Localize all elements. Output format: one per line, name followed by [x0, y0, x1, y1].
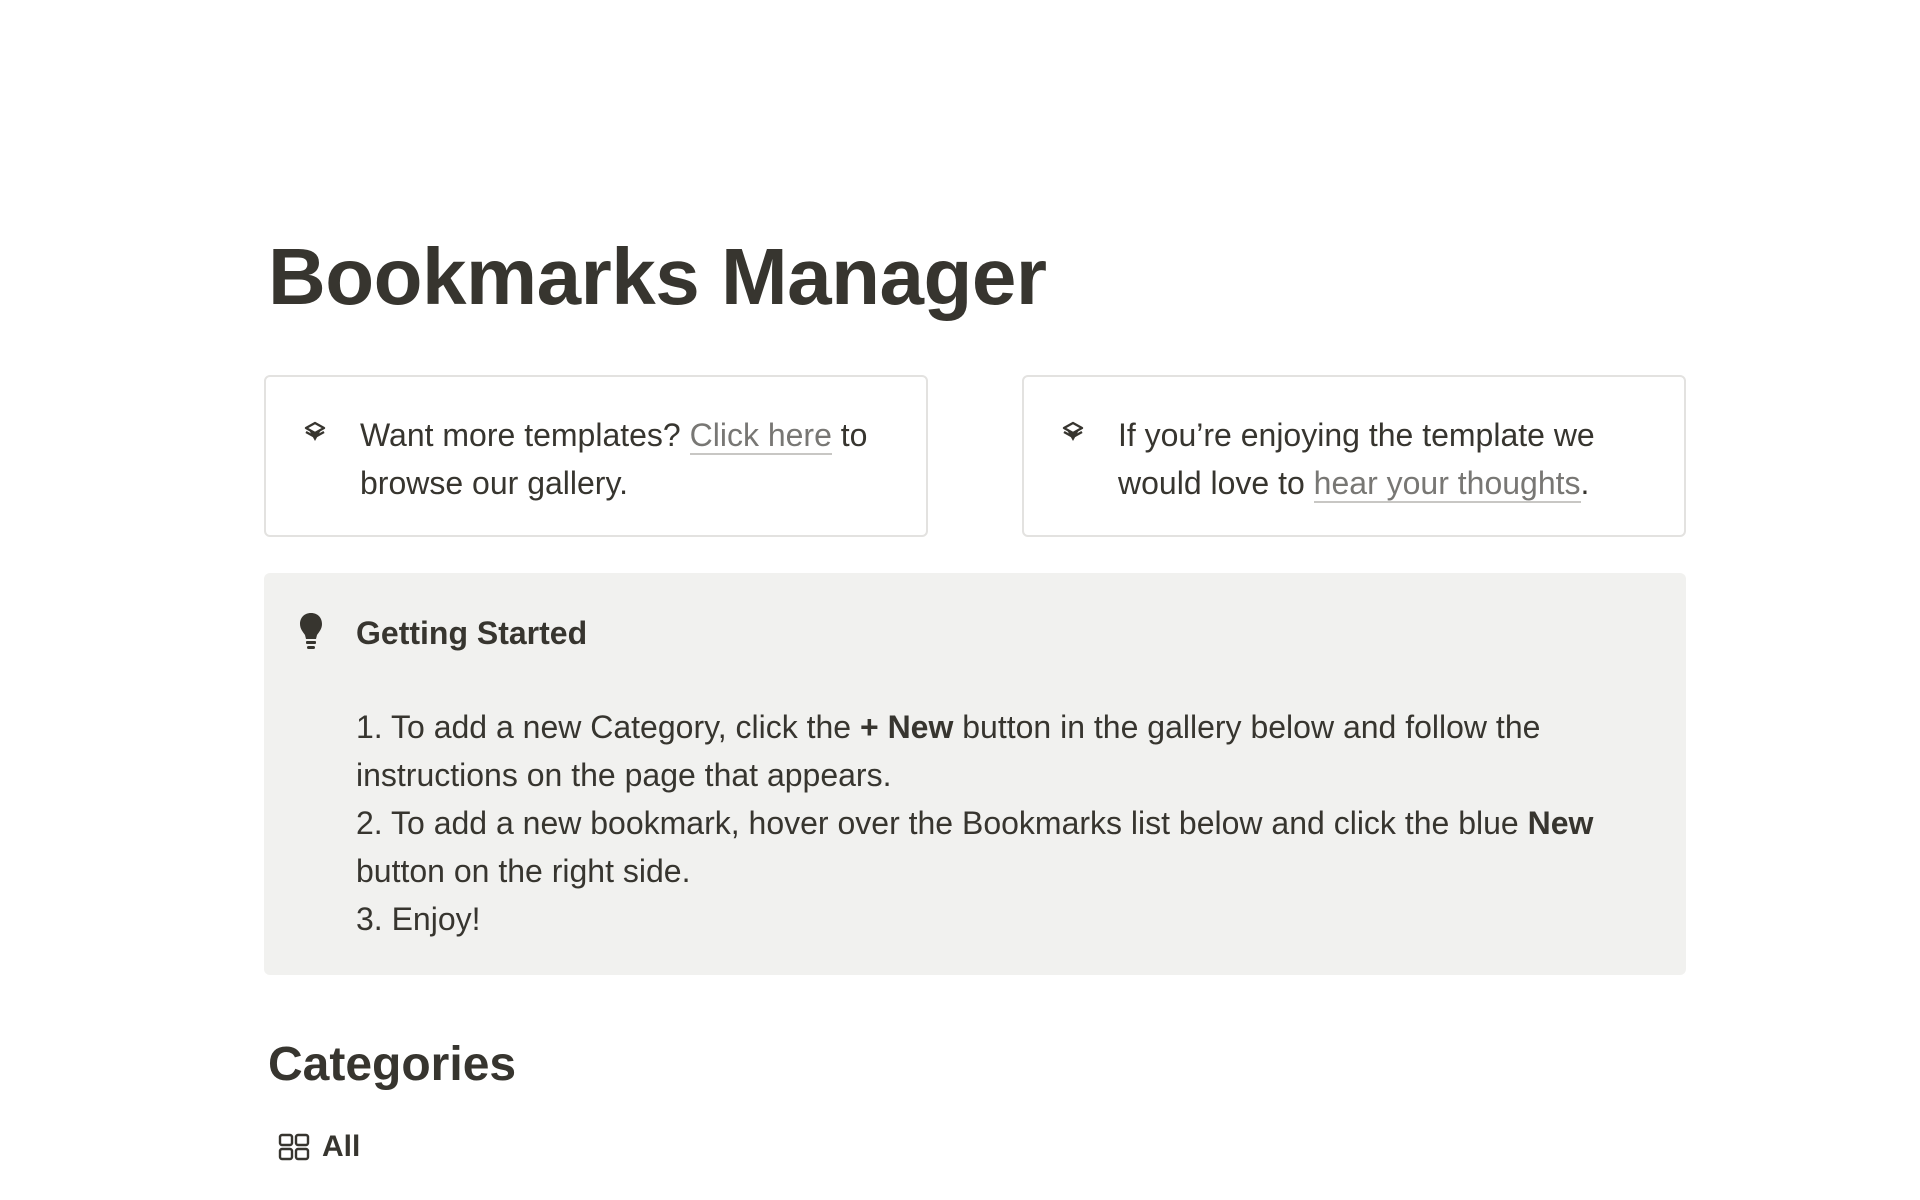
templates-callout: Want more templates? Click here to brows…	[264, 375, 928, 537]
callout-text-after: .	[1580, 465, 1590, 501]
getting-started-title: Getting Started	[356, 615, 588, 651]
page-title: Bookmarks Manager	[268, 232, 1047, 321]
feedback-callout: If you’re enjoying the template we would…	[1022, 375, 1686, 537]
getting-started-callout: Getting Started 1. To add a new Category…	[264, 573, 1686, 975]
step-item: 1. To add a new Category, click the + Ne…	[356, 709, 1541, 793]
view-tab-label: All	[322, 1130, 361, 1163]
feedback-callout-text: If you’re enjoying the template we would…	[1118, 411, 1654, 507]
notion-logo-icon	[304, 421, 326, 441]
gallery-view-icon	[278, 1133, 310, 1161]
categories-heading: Categories	[268, 1038, 517, 1091]
step-item: 3. Enjoy!	[356, 901, 481, 937]
notion-logo-icon	[1062, 421, 1084, 441]
lightbulb-icon	[300, 613, 322, 649]
step-item: 2. To add a new bookmark, hover over the…	[356, 805, 1594, 889]
callout-text-before: Want more templates?	[360, 417, 681, 453]
click-here-link[interactable]: Click here	[689, 417, 832, 455]
view-tab-all[interactable]: All	[278, 1127, 360, 1167]
getting-started-steps: 1. To add a new Category, click the + Ne…	[356, 703, 1646, 943]
hear-your-thoughts-link[interactable]: hear your thoughts	[1313, 465, 1581, 503]
page: Bookmarks Manager Want more templates? C…	[0, 0, 1920, 1200]
templates-callout-text: Want more templates? Click here to brows…	[360, 411, 896, 507]
